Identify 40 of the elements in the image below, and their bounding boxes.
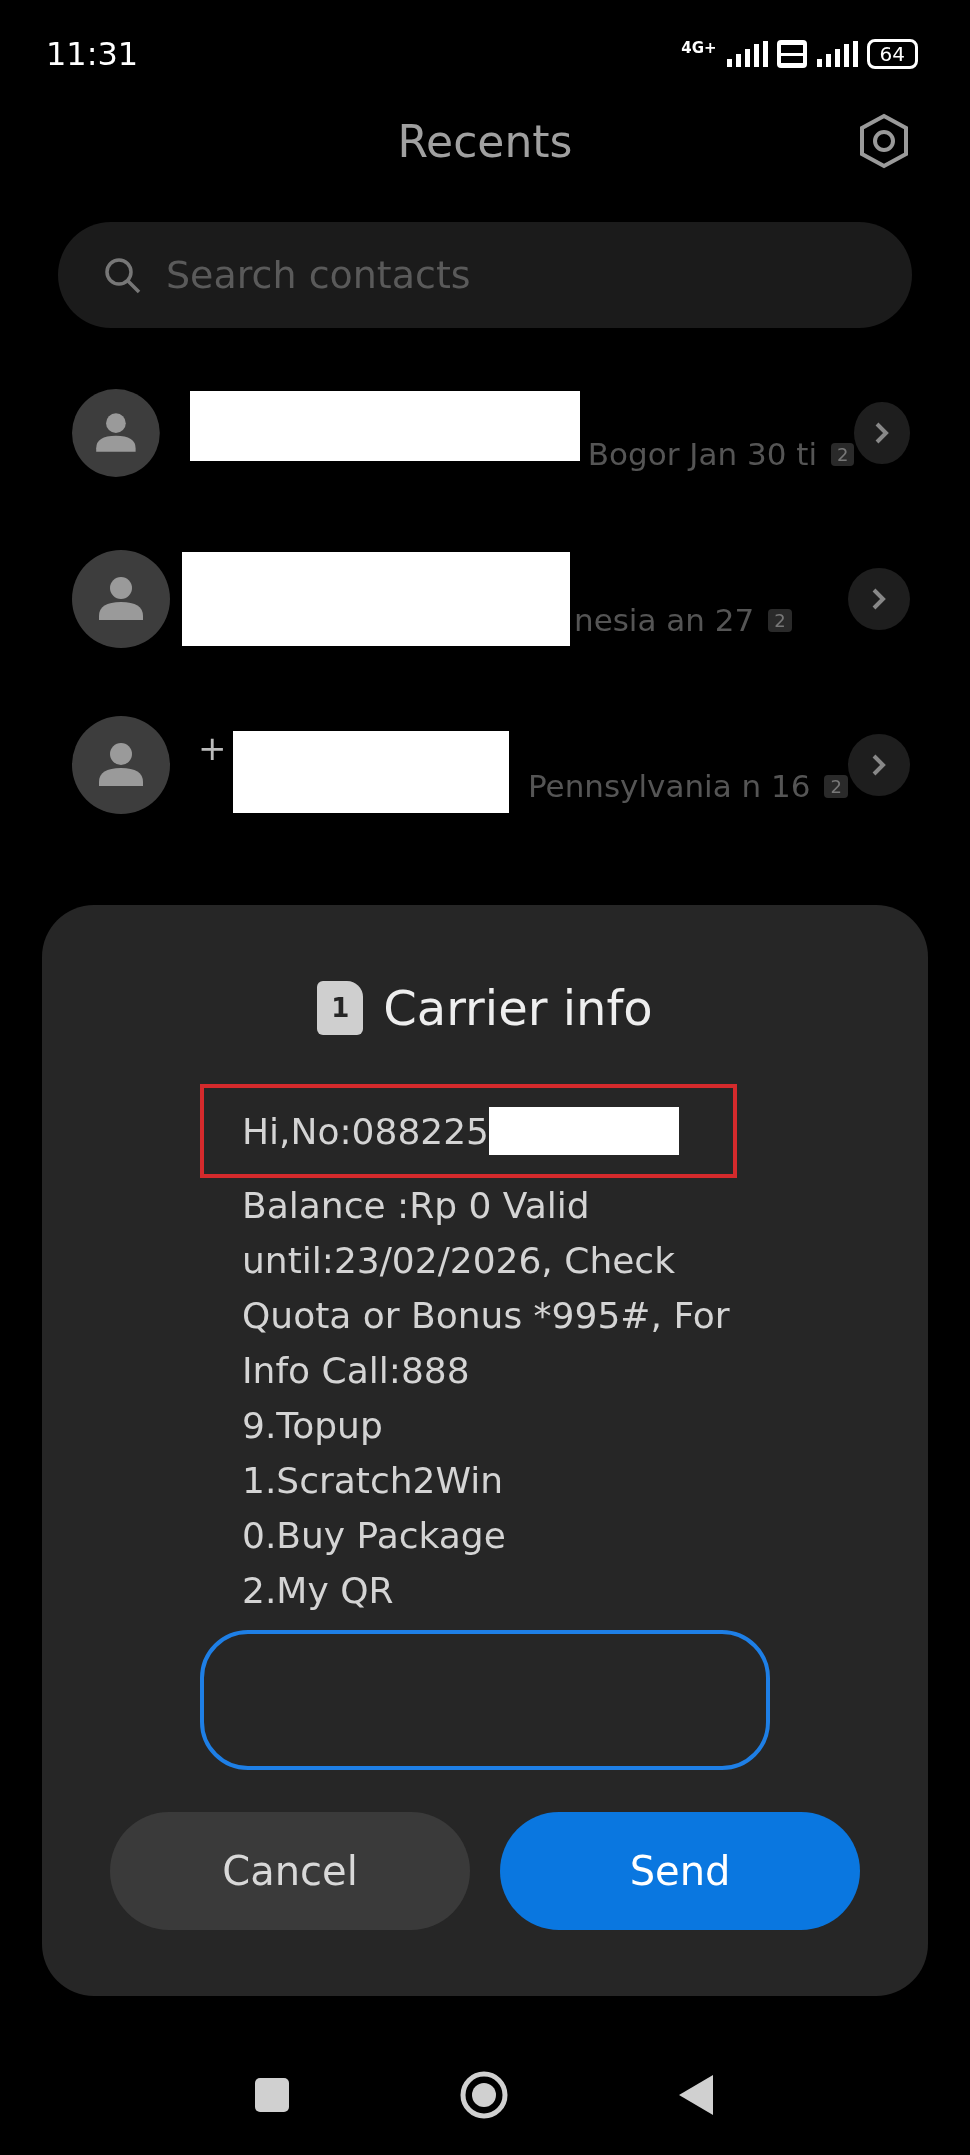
dialog-title: Carrier info	[383, 980, 653, 1036]
details-button[interactable]	[854, 402, 910, 464]
settings-icon[interactable]	[858, 113, 910, 169]
chevron-icon	[871, 587, 887, 611]
message-line: until:23/02/2026, Check	[241, 1239, 676, 1283]
sim-badge: 2	[768, 608, 792, 632]
sim-icon: 1	[317, 981, 364, 1035]
message-line: 1.Scratch2Win	[241, 1459, 505, 1503]
reply-field[interactable]	[200, 1630, 770, 1770]
signal-icon	[814, 41, 859, 67]
sim-badge: 2	[824, 774, 848, 798]
send-button[interactable]: Send	[500, 1812, 860, 1930]
page-title: Recents	[397, 115, 573, 167]
battery-level: 64	[866, 39, 918, 69]
back-icon[interactable]	[679, 2075, 715, 2115]
signal-icon	[724, 41, 769, 67]
avatar-icon	[72, 550, 170, 648]
search-field[interactable]: Search contacts	[58, 222, 912, 328]
volte-icon	[776, 40, 807, 68]
call-detail: Pennsylvania n 16	[528, 768, 811, 804]
message-line: 9.Topup	[241, 1404, 384, 1448]
message-line: Hi,No:088225	[242, 1109, 490, 1154]
recent-apps-icon[interactable]	[255, 2078, 289, 2112]
status-time: 11:31	[46, 35, 139, 73]
message-line: Info Call:888	[241, 1349, 471, 1393]
call-detail: Bogor Jan 30 ti	[587, 436, 817, 472]
call-detail: nesia an 27	[574, 602, 755, 638]
chevron-icon	[874, 421, 891, 445]
message-line: 2.My QR	[241, 1569, 395, 1613]
chevron-icon	[871, 753, 887, 777]
avatar-icon	[72, 716, 170, 814]
message-line: Balance :Rp 0 Valid	[241, 1184, 591, 1228]
search-icon	[102, 255, 142, 295]
home-icon[interactable]	[459, 2070, 509, 2120]
message-line: 0.Buy Package	[241, 1514, 507, 1558]
network-type: 4G+	[681, 39, 717, 57]
sim-badge: 2	[831, 442, 855, 466]
cancel-button[interactable]: Cancel	[110, 1812, 470, 1930]
contact-name: +	[198, 728, 227, 768]
message-line: Quota or Bonus *995#, For	[241, 1294, 731, 1338]
